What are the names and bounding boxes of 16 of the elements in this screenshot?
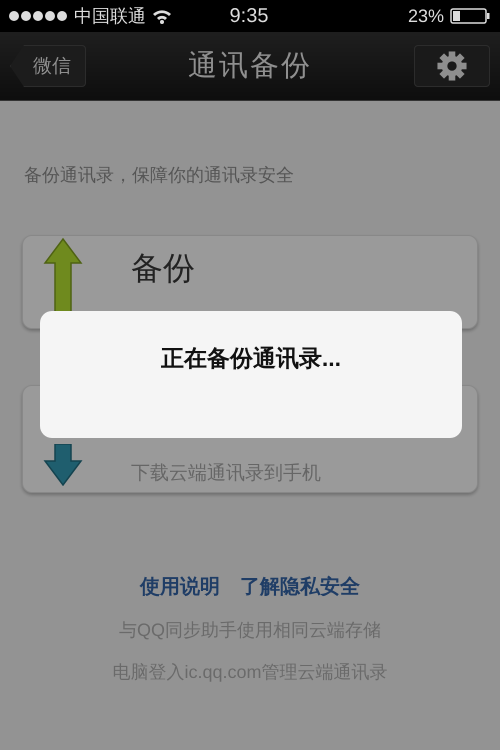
wifi-icon [152, 8, 172, 24]
battery-percent: 23% [408, 6, 444, 26]
signal-icon [8, 10, 68, 22]
help-link[interactable]: 使用说明 [140, 573, 220, 600]
carrier-name: 中国联通 [74, 5, 146, 28]
down-arrow-icon [43, 444, 83, 486]
card-title: 备份 [131, 249, 195, 288]
intro-text: 备份通讯录，保障你的通讯录安全 [24, 164, 295, 187]
page-title: 通讯备份 [188, 49, 312, 84]
dialog-message: 正在备份通讯录... [160, 344, 342, 373]
back-button[interactable]: 微信 [10, 45, 86, 87]
help-link[interactable]: 了解隐私安全 [240, 573, 360, 600]
battery-icon [450, 8, 490, 24]
settings-button[interactable] [414, 45, 490, 87]
settings-icon [437, 51, 467, 81]
clock-time: 9:35 [230, 4, 268, 28]
